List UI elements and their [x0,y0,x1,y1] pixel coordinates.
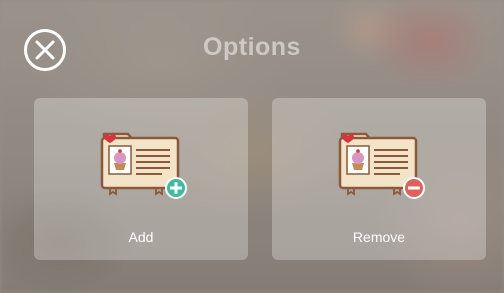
recipe-folder-remove-icon [338,132,425,199]
remove-option-label: Remove [352,229,406,245]
recipe-folder-add-icon [100,132,187,199]
add-option-label: Add [128,229,154,245]
add-option-card[interactable]: Add [34,98,248,260]
options-screen: Options Add Remove [0,0,504,293]
page-title: Options [203,33,301,61]
remove-option-card[interactable]: Remove [272,98,486,260]
